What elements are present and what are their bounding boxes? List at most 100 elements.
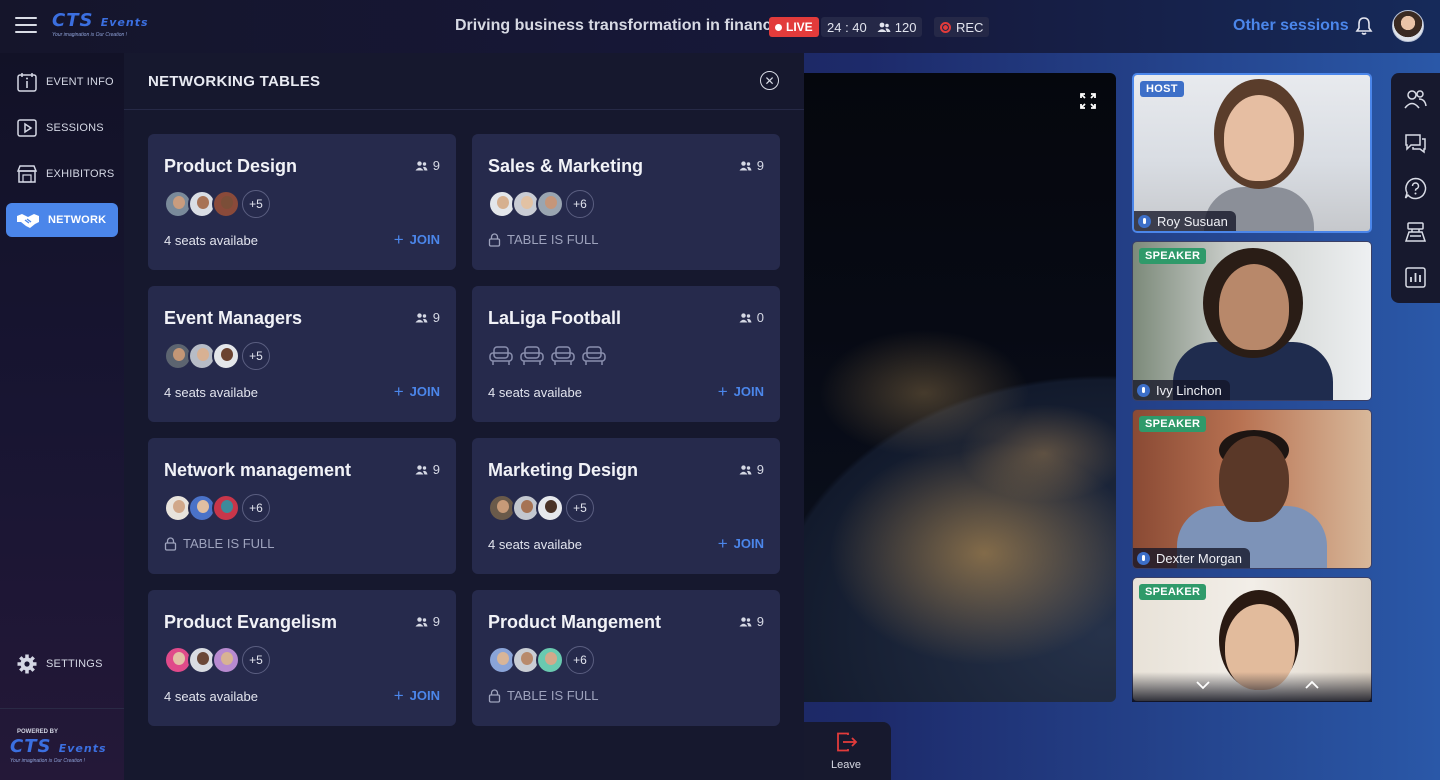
join-button[interactable]: + JOIN bbox=[394, 383, 440, 400]
mic-icon bbox=[1137, 383, 1150, 397]
table-card-network-management[interactable]: Network management 9 +6 TABLE IS FULL bbox=[148, 438, 456, 574]
avatar bbox=[212, 646, 240, 674]
seats-status: 4 seats availabe bbox=[488, 537, 582, 552]
question-icon[interactable] bbox=[1403, 176, 1428, 201]
table-member-count: 9 bbox=[415, 158, 440, 173]
gear-icon bbox=[17, 654, 37, 674]
menu-icon[interactable] bbox=[15, 17, 37, 35]
lock-icon bbox=[488, 232, 501, 247]
session-title: Driving business transformation in finan… bbox=[455, 17, 781, 34]
people-icon bbox=[739, 616, 752, 626]
table-full-status: TABLE IS FULL bbox=[488, 232, 599, 247]
table-member-count: 9 bbox=[739, 462, 764, 477]
record-icon bbox=[940, 21, 951, 33]
left-nav: EVENT INFO SESSIONS EXHIBITORS NETWORK S… bbox=[0, 53, 124, 780]
speaker-tile[interactable]: SPEAKER Dexter Morgan bbox=[1132, 409, 1372, 569]
networking-panel: NETWORKING TABLES ✕ Product Design 9 +5 … bbox=[124, 53, 804, 780]
chair-icon bbox=[489, 346, 513, 365]
avatar bbox=[536, 646, 564, 674]
people-icon bbox=[415, 312, 428, 322]
speaker-badge: SPEAKER bbox=[1139, 584, 1207, 600]
table-full-status: TABLE IS FULL bbox=[488, 688, 599, 703]
chat-icon[interactable] bbox=[1403, 131, 1428, 156]
member-avatars: +5 bbox=[488, 494, 594, 522]
join-button[interactable]: + JOIN bbox=[394, 687, 440, 704]
booth-icon[interactable] bbox=[1403, 220, 1428, 245]
table-member-count: 9 bbox=[415, 310, 440, 325]
plus-icon: + bbox=[717, 382, 728, 401]
lock-icon bbox=[488, 688, 501, 703]
people-icon bbox=[415, 616, 428, 626]
seats-status: 4 seats availabe bbox=[164, 385, 258, 400]
avatar bbox=[536, 494, 564, 522]
plus-icon: + bbox=[717, 534, 728, 553]
member-avatars: +6 bbox=[164, 494, 270, 522]
member-avatars: +5 bbox=[164, 646, 270, 674]
live-badge: LIVE bbox=[769, 17, 819, 37]
plus-icon: + bbox=[393, 686, 404, 705]
chevron-up-icon[interactable] bbox=[1305, 680, 1319, 690]
exit-icon bbox=[837, 732, 858, 752]
avatar bbox=[212, 494, 240, 522]
chair-icon bbox=[582, 346, 606, 365]
participants-icon[interactable] bbox=[1403, 87, 1428, 112]
avatar bbox=[536, 190, 564, 218]
avatar bbox=[212, 342, 240, 370]
close-icon[interactable]: ✕ bbox=[760, 71, 779, 90]
plus-icon: + bbox=[393, 382, 404, 401]
more-members-count: +6 bbox=[566, 190, 594, 218]
nav-event-info[interactable]: EVENT INFO bbox=[6, 65, 118, 99]
more-members-count: +6 bbox=[242, 494, 270, 522]
user-avatar[interactable] bbox=[1392, 10, 1424, 42]
join-button[interactable]: + JOIN bbox=[718, 535, 764, 552]
more-members-count: +5 bbox=[566, 494, 594, 522]
table-card-product-evangelism[interactable]: Product Evangelism 9 +5 4 seats availabe… bbox=[148, 590, 456, 726]
more-members-count: +6 bbox=[566, 646, 594, 674]
mic-icon bbox=[1137, 551, 1150, 565]
avatar bbox=[212, 190, 240, 218]
nav-sessions[interactable]: SESSIONS bbox=[6, 111, 118, 145]
more-members-count: +5 bbox=[242, 342, 270, 370]
cts-logo: CTS Events Your imagination is Our Creat… bbox=[52, 10, 149, 39]
play-icon bbox=[17, 119, 37, 137]
table-full-status: TABLE IS FULL bbox=[164, 536, 275, 551]
member-avatars: +6 bbox=[488, 190, 594, 218]
people-icon bbox=[739, 464, 752, 474]
speaker-name: Roy Susuan bbox=[1134, 211, 1236, 231]
other-sessions-link[interactable]: Other sessions bbox=[1233, 17, 1349, 35]
bell-icon[interactable] bbox=[1354, 16, 1374, 36]
main-video[interactable] bbox=[804, 73, 1116, 702]
people-icon bbox=[739, 160, 752, 170]
chevron-down-icon[interactable] bbox=[1196, 680, 1210, 690]
nav-network[interactable]: NETWORK bbox=[6, 203, 118, 237]
powered-by-logo: CTS Events Your imagination is Our Creat… bbox=[10, 736, 107, 765]
chair-icon bbox=[551, 346, 575, 365]
join-button[interactable]: + JOIN bbox=[394, 231, 440, 248]
mic-icon bbox=[1138, 214, 1151, 228]
fullscreen-icon[interactable] bbox=[1080, 93, 1096, 109]
table-member-count: 9 bbox=[739, 614, 764, 629]
poll-icon[interactable] bbox=[1403, 265, 1428, 290]
member-avatars: +5 bbox=[164, 190, 270, 218]
speaker-tile[interactable]: SPEAKER Ivy Linchon bbox=[1132, 241, 1372, 401]
speaker-name: Dexter Morgan bbox=[1133, 548, 1250, 568]
nav-exhibitors[interactable]: EXHIBITORS bbox=[6, 157, 118, 191]
table-card-marketing-design[interactable]: Marketing Design 9 +5 4 seats availabe +… bbox=[472, 438, 780, 574]
speaker-tile-host[interactable]: HOST Roy Susuan bbox=[1132, 73, 1372, 233]
table-member-count: 9 bbox=[415, 614, 440, 629]
top-bar: CTS Events Your imagination is Our Creat… bbox=[0, 0, 1440, 53]
panel-title: NETWORKING TABLES bbox=[148, 73, 321, 90]
tile-pager bbox=[1132, 672, 1372, 702]
nav-settings[interactable]: SETTINGS bbox=[6, 647, 118, 681]
table-card-product-design[interactable]: Product Design 9 +5 4 seats availabe + JO… bbox=[148, 134, 456, 270]
leave-button[interactable]: Leave bbox=[804, 722, 891, 780]
table-card-event-managers[interactable]: Event Managers 9 +5 4 seats availabe + JO… bbox=[148, 286, 456, 422]
join-button[interactable]: + JOIN bbox=[718, 383, 764, 400]
record-button[interactable]: REC bbox=[934, 17, 990, 37]
powered-by: POWERED BY CTS Events Your imagination i… bbox=[0, 708, 124, 780]
speaker-name: Ivy Linchon bbox=[1133, 380, 1230, 400]
member-avatars: +5 bbox=[164, 342, 270, 370]
table-card-product-mangement[interactable]: Product Mangement 9 +6 TABLE IS FULL bbox=[472, 590, 780, 726]
table-card-sales-marketing[interactable]: Sales & Marketing 9 +6 TABLE IS FULL bbox=[472, 134, 780, 270]
table-card-laliga-football[interactable]: LaLiga Football 0 4 seats availabe + JOIN bbox=[472, 286, 780, 422]
